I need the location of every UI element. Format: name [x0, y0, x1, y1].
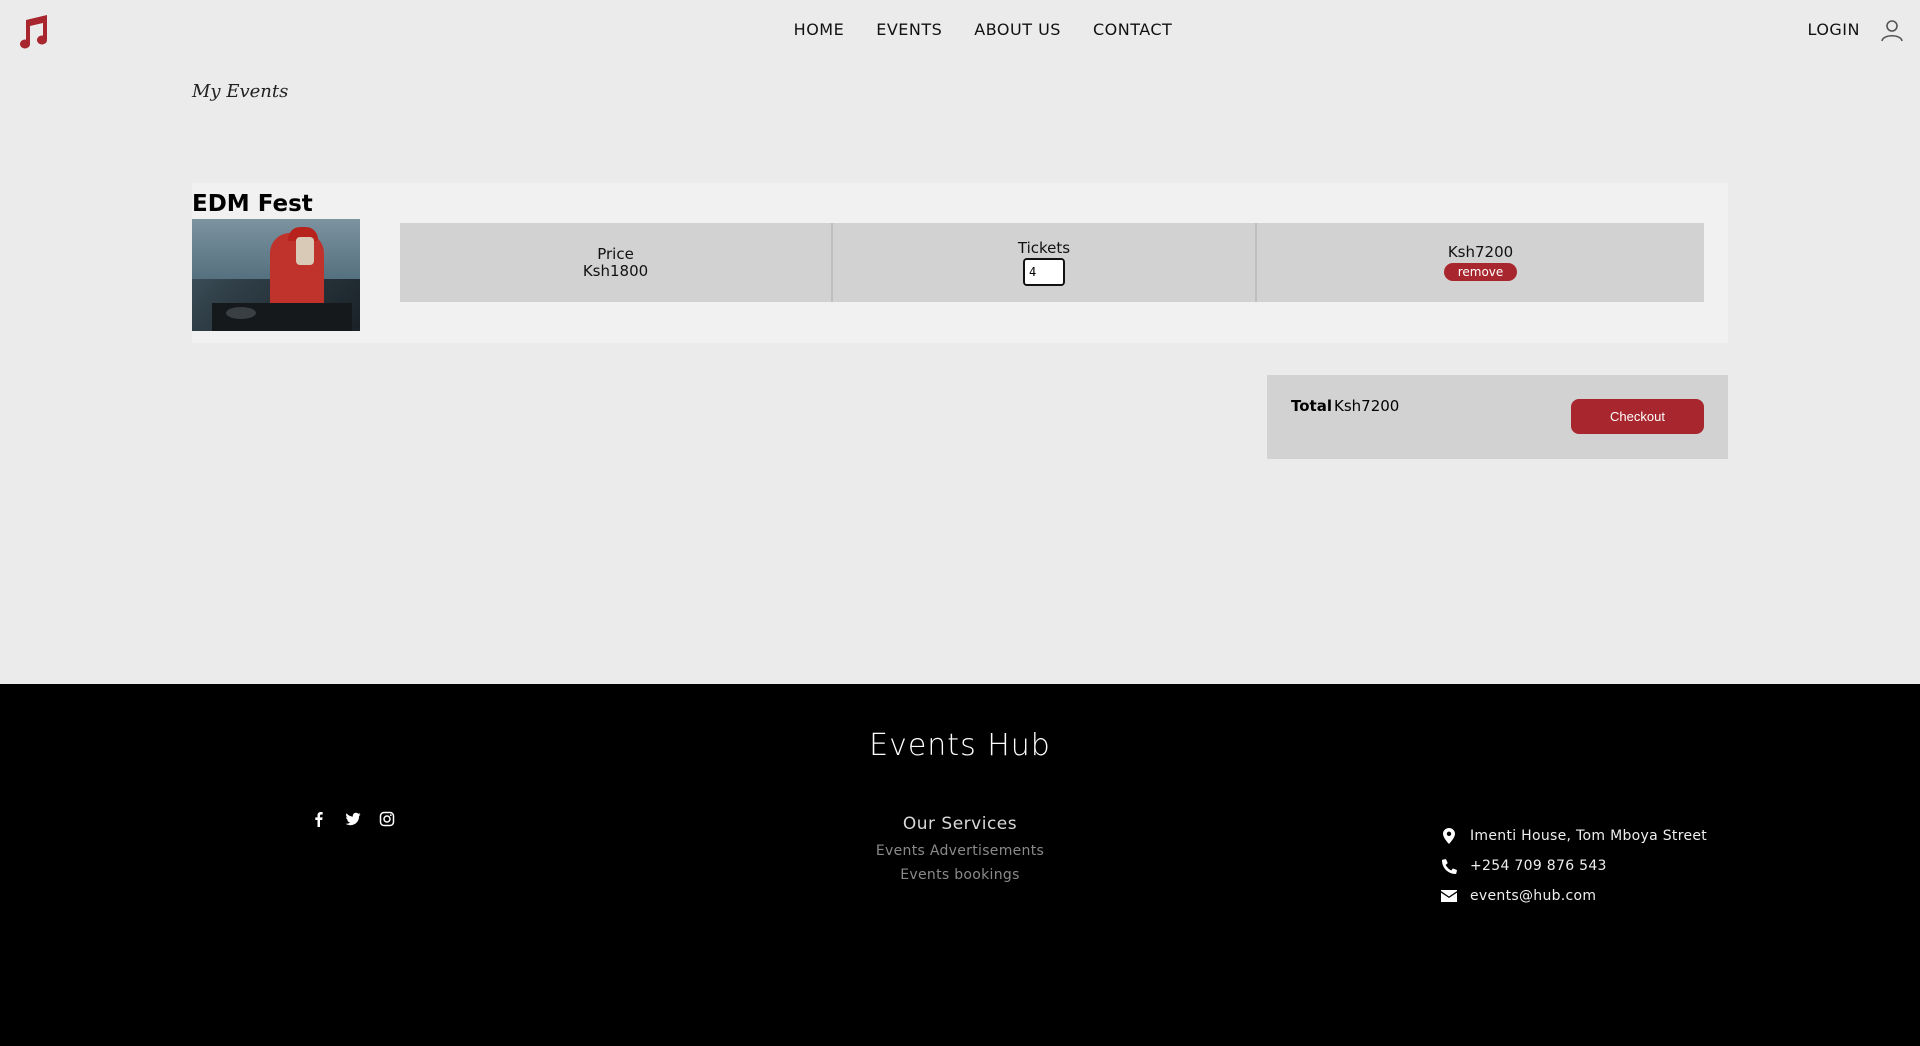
nav-events-link[interactable]: EVENTS: [876, 20, 942, 39]
remove-button[interactable]: remove: [1443, 263, 1518, 281]
user-icon[interactable]: [1880, 18, 1904, 42]
email-text[interactable]: events@hub.com: [1470, 888, 1596, 904]
contact-phone: +254 709 876 543: [1440, 851, 1707, 881]
tickets-cell: Tickets: [833, 223, 1257, 302]
nav-contact-link[interactable]: CONTACT: [1093, 20, 1172, 39]
map-marker-icon: [1440, 828, 1458, 844]
phone-icon: [1440, 858, 1458, 874]
price-value: Ksh1800: [582, 261, 649, 280]
checkout-button[interactable]: Checkout: [1571, 399, 1704, 434]
phone-text[interactable]: +254 709 876 543: [1470, 858, 1607, 874]
contact-info: Imenti House, Tom Mboya Street +254 709 …: [1440, 821, 1707, 911]
total-label: Total: [1291, 397, 1332, 415]
login-link[interactable]: LOGIN: [1807, 20, 1860, 39]
page-title: My Events: [192, 81, 289, 102]
price-cell: Price Ksh1800: [400, 223, 833, 302]
address-text: Imenti House, Tom Mboya Street: [1470, 828, 1708, 844]
total-box: Total Ksh7200 Checkout: [1267, 375, 1728, 459]
total-value: Ksh7200: [1334, 397, 1400, 415]
tickets-label: Tickets: [1017, 238, 1071, 257]
cart-row: Price Ksh1800 Tickets Ksh7200 remove: [400, 223, 1704, 302]
contact-email: events@hub.com: [1440, 881, 1707, 911]
nav-home-link[interactable]: HOME: [794, 20, 845, 39]
event-name: EDM Fest: [192, 191, 313, 217]
contact-address: Imenti House, Tom Mboya Street: [1440, 821, 1707, 851]
event-cart-item: EDM Fest Price Ksh1800 Tickets Ksh7200 r…: [192, 183, 1728, 343]
tickets-quantity-input[interactable]: [1023, 257, 1065, 286]
site-footer: Events Hub Our Services Events Advertise…: [0, 684, 1920, 1046]
site-header: HOME EVENTS ABOUT US CONTACT LOGIN: [0, 0, 1920, 62]
footer-brand: Events Hub: [869, 728, 1051, 763]
subtotal-value: Ksh7200: [1447, 243, 1514, 261]
price-label: Price: [597, 244, 634, 263]
main-nav: HOME EVENTS ABOUT US CONTACT: [0, 20, 1920, 39]
envelope-icon: [1440, 888, 1458, 904]
nav-about-link[interactable]: ABOUT US: [974, 20, 1061, 39]
event-image: [192, 219, 360, 331]
subtotal-cell: Ksh7200 remove: [1257, 223, 1704, 302]
